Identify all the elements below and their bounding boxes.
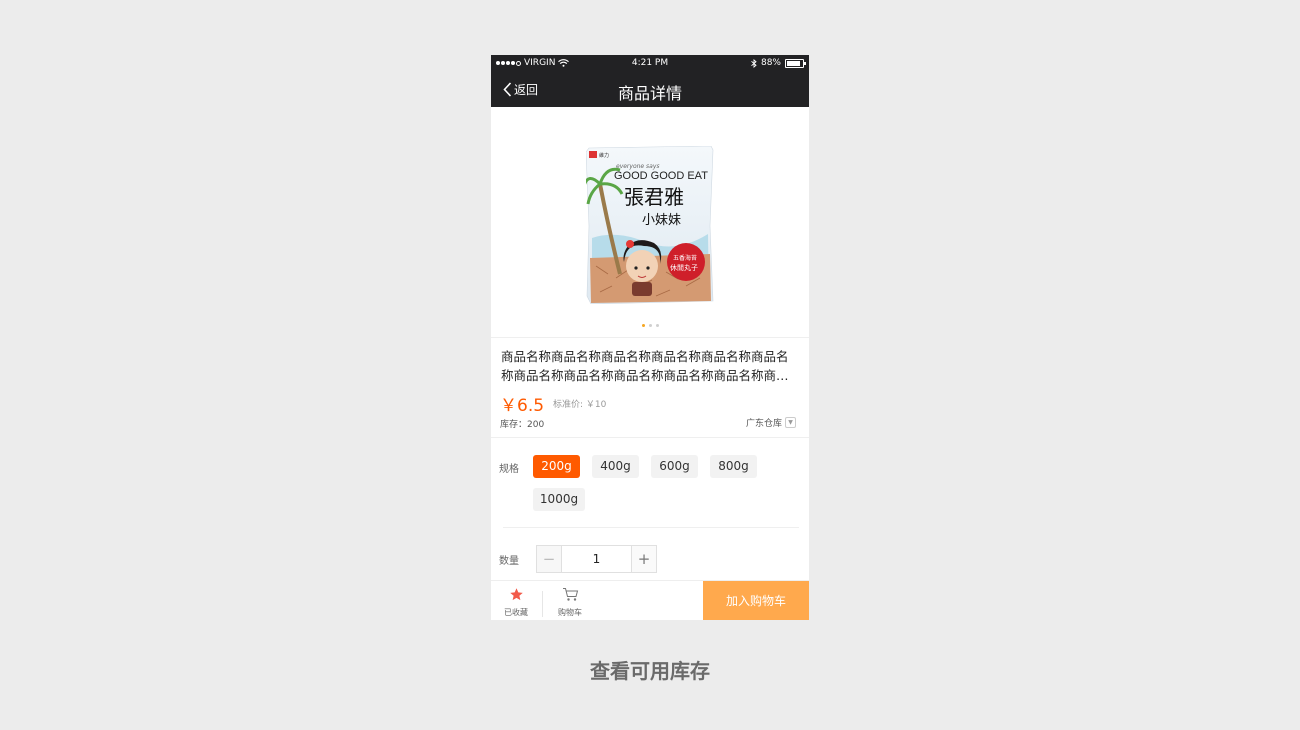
carousel-dot[interactable] xyxy=(655,324,659,327)
chevron-down-icon: ▼ xyxy=(785,417,796,428)
nav-bar: 返回 商品详情 xyxy=(491,72,809,107)
cart-icon xyxy=(563,588,579,601)
carousel-indicator xyxy=(491,324,809,327)
cart-label: 购物车 xyxy=(558,608,582,617)
svg-text:GOOD GOOD EAT: GOOD GOOD EAT xyxy=(614,170,708,182)
battery-percent: 88% xyxy=(760,58,781,68)
svg-text:小妹妹: 小妹妹 xyxy=(642,213,681,228)
product-name: 商品名称商品名称商品名称商品名称商品名称商品名称商品名称商品名称商品名称商品名称… xyxy=(501,349,789,383)
svg-text:維力: 維力 xyxy=(599,152,609,159)
warehouse-label: 广东仓库 xyxy=(745,419,782,429)
divider xyxy=(542,591,543,617)
increase-button[interactable]: + xyxy=(632,546,656,572)
quantity-stepper: − + xyxy=(536,545,657,573)
svg-text:五香海苔: 五香海苔 xyxy=(673,254,697,262)
spec-label: 规格 xyxy=(499,464,519,475)
star-icon xyxy=(510,588,523,601)
favorite-button[interactable]: 已收藏 xyxy=(491,581,541,620)
product-price: ￥6.5 xyxy=(500,396,545,416)
cart-button[interactable]: 购物车 xyxy=(545,581,595,620)
stock-count: 库存：200 xyxy=(500,420,545,430)
status-bar: VIRGIN 4:21 PM 88% xyxy=(491,55,809,72)
phone-screen: VIRGIN 4:21 PM 88% 返回 商品详情 維力 everyone s… xyxy=(491,55,809,620)
bottom-action-bar: 已收藏 购物车 加入购物车 xyxy=(491,580,809,620)
product-gallery[interactable]: 維力 everyone says GOOD GOOD EAT 張君雅 小妹妹 五… xyxy=(491,107,809,337)
product-image: 維力 everyone says GOOD GOOD EAT 張君雅 小妹妹 五… xyxy=(586,146,714,304)
decrease-button[interactable]: − xyxy=(537,546,561,572)
divider xyxy=(491,437,809,438)
quantity-input[interactable] xyxy=(561,546,632,572)
spec-option[interactable]: 800g xyxy=(710,455,757,478)
spec-option[interactable]: 1000g xyxy=(533,488,585,511)
page-title: 商品详情 xyxy=(617,84,682,103)
quantity-label: 数量 xyxy=(499,556,519,567)
warehouse-selector[interactable]: 广东仓库 ▼ xyxy=(746,416,796,429)
svg-text:休閒丸子: 休閒丸子 xyxy=(670,263,698,272)
favorite-label: 已收藏 xyxy=(504,608,528,617)
spec-option[interactable]: 400g xyxy=(592,455,639,478)
spec-option[interactable]: 200g xyxy=(533,455,580,478)
add-to-cart-button[interactable]: 加入购物车 xyxy=(703,581,809,620)
carousel-dot[interactable] xyxy=(648,324,652,327)
carousel-dot[interactable] xyxy=(641,324,645,327)
status-right: 88% xyxy=(751,58,806,68)
battery-icon xyxy=(785,58,806,68)
svg-text:everyone says: everyone says xyxy=(616,163,660,170)
bluetooth-icon xyxy=(751,58,757,68)
page-caption: 查看可用库存 xyxy=(590,659,710,683)
divider xyxy=(503,527,799,528)
standard-price: 标准价: ￥10 xyxy=(553,400,607,410)
svg-text:張君雅: 張君雅 xyxy=(624,185,684,209)
spec-option[interactable]: 600g xyxy=(651,455,698,478)
divider xyxy=(491,337,809,338)
